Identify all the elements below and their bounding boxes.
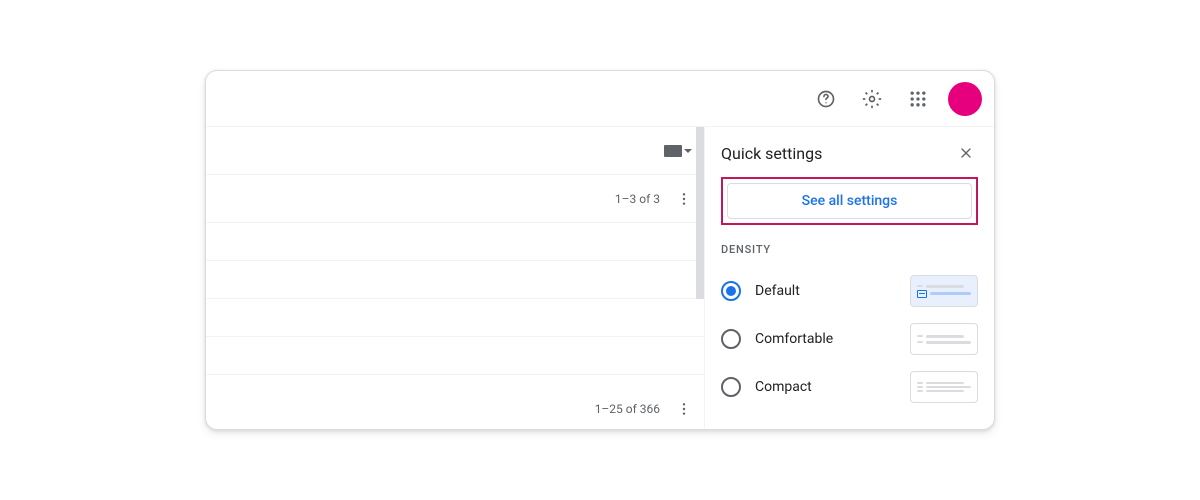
see-all-highlight: See all settings bbox=[721, 177, 978, 225]
keyboard-icon bbox=[664, 145, 682, 157]
apps-grid-icon[interactable] bbox=[898, 79, 938, 119]
more-menu-top[interactable] bbox=[672, 187, 696, 211]
settings-title: Quick settings bbox=[721, 144, 822, 163]
avatar[interactable] bbox=[948, 82, 982, 116]
topbar bbox=[206, 71, 994, 127]
section-toolbar bbox=[206, 127, 704, 175]
list-row[interactable] bbox=[206, 223, 704, 261]
radio-icon bbox=[721, 281, 741, 301]
list-row[interactable] bbox=[206, 337, 704, 375]
pagination-text-top: 1–3 of 3 bbox=[615, 192, 660, 206]
radio-icon bbox=[721, 329, 741, 349]
chevron-down-icon bbox=[684, 149, 692, 153]
input-method-indicator[interactable] bbox=[664, 145, 692, 157]
density-option-default[interactable]: Default bbox=[721, 270, 978, 312]
pagination-text-bottom: 1–25 of 366 bbox=[595, 402, 660, 416]
density-preview-compact bbox=[910, 371, 978, 403]
density-preview-default bbox=[910, 275, 978, 307]
settings-header: Quick settings bbox=[721, 141, 978, 165]
more-menu-bottom[interactable] bbox=[672, 397, 696, 421]
option-label: Compact bbox=[755, 379, 812, 395]
radio-icon bbox=[721, 377, 741, 397]
section-pagination-bottom: 1–25 of 366 bbox=[595, 397, 696, 421]
see-all-settings-button[interactable]: See all settings bbox=[727, 183, 972, 219]
density-option-comfortable[interactable]: Comfortable bbox=[721, 318, 978, 360]
mail-icon bbox=[917, 290, 927, 298]
quick-settings-panel: Quick settings See all settings DENSITY … bbox=[704, 127, 994, 429]
list-row[interactable] bbox=[206, 299, 704, 337]
density-options: Default Comfortable bbox=[721, 270, 978, 408]
gear-icon[interactable] bbox=[852, 79, 892, 119]
density-preview-comfortable bbox=[910, 323, 978, 355]
density-option-compact[interactable]: Compact bbox=[721, 366, 978, 408]
content-area: 1–3 of 3 1–25 of 366 bbox=[206, 127, 994, 429]
section-pagination-top: 1–3 of 3 bbox=[206, 175, 704, 223]
density-heading: DENSITY bbox=[721, 243, 978, 256]
list-row[interactable] bbox=[206, 261, 704, 299]
option-label: Comfortable bbox=[755, 331, 833, 347]
main-pane: 1–3 of 3 1–25 of 366 bbox=[206, 127, 704, 429]
scrollbar[interactable] bbox=[696, 127, 704, 299]
option-label: Default bbox=[755, 283, 800, 299]
close-icon[interactable] bbox=[954, 141, 978, 165]
app-window: 1–3 of 3 1–25 of 366 bbox=[205, 70, 995, 430]
help-icon[interactable] bbox=[806, 79, 846, 119]
